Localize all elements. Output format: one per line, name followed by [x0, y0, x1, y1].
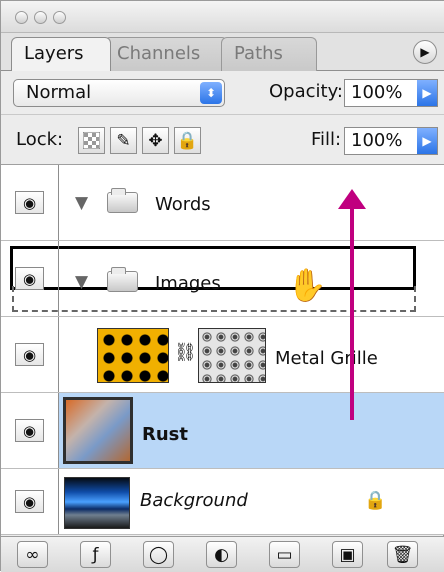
visibility-cell: ◉: [1, 393, 59, 468]
chain-link-icon: ⛓: [174, 342, 197, 363]
folder-icon: [107, 188, 138, 213]
visibility-cell: ◉: [1, 469, 59, 534]
brush-icon[interactable]: ✎: [110, 127, 137, 154]
layer-name-words: Words: [155, 194, 211, 215]
fill-field[interactable]: 100% ▶: [344, 127, 438, 155]
lock-icon: 🔒: [364, 490, 387, 511]
fill-value: 100%: [351, 130, 403, 151]
hand-icon: ✋: [287, 266, 327, 304]
layer-row-rust[interactable]: ◉ Rust: [1, 393, 444, 469]
rust-thumbnail: [63, 397, 133, 464]
minimize-window-button[interactable]: [34, 11, 47, 24]
lock-label: Lock:: [16, 129, 64, 150]
visibility-cell: ◉: [1, 317, 59, 392]
folder-icon[interactable]: ▭: [269, 541, 300, 568]
eye-icon[interactable]: ◉: [15, 191, 44, 214]
layers-list: ◉ ▼ Words ◉ ▼ Images ✋ ◉ ⛓ Metal Grille …: [1, 165, 444, 535]
expand-triangle-icon[interactable]: ▼: [75, 272, 88, 292]
tab-channels-label: Channels: [117, 43, 201, 64]
zoom-window-button[interactable]: [53, 11, 66, 24]
checkerboard-icon[interactable]: [78, 127, 105, 154]
layer-name-images: Images: [155, 273, 221, 294]
adjustment-icon[interactable]: ◐: [206, 541, 237, 568]
fill-label: Fill:: [311, 129, 342, 150]
move-icon[interactable]: ✥: [142, 127, 169, 154]
fill-arrow-icon[interactable]: ▶: [417, 128, 437, 154]
layer-mask-thumbnail[interactable]: [198, 328, 266, 383]
visibility-cell: ◉: [1, 241, 59, 316]
layer-row-metal-grille[interactable]: ◉ ⛓ Metal Grille: [1, 317, 444, 393]
trash-icon[interactable]: 🗑: [387, 541, 418, 568]
opacity-arrow-icon[interactable]: ▶: [417, 80, 437, 106]
layers-panel: Layers Channels Paths ▶ Normal ⬍ Opacity…: [0, 0, 444, 572]
tab-channels[interactable]: Channels: [104, 37, 228, 71]
blend-row: Normal ⬍ Opacity: 100% ▶: [1, 71, 444, 115]
lock-icon[interactable]: 🔒: [174, 127, 201, 154]
layer-row-images[interactable]: ◉ ▼ Images ✋: [1, 241, 444, 317]
link-icon[interactable]: ∞: [17, 541, 48, 568]
lock-row: Lock: ✎ ✥ 🔒 Fill: 100% ▶: [1, 115, 444, 165]
expand-triangle-icon[interactable]: ▼: [75, 193, 88, 213]
layer-name-background: Background: [140, 490, 248, 511]
opacity-label: Opacity:: [269, 81, 343, 102]
tab-layers[interactable]: Layers: [11, 37, 111, 71]
tab-paths-label: Paths: [234, 43, 283, 64]
eye-icon[interactable]: ◉: [15, 490, 44, 513]
eye-icon[interactable]: ◉: [15, 343, 44, 366]
style-icon[interactable]: ƒ: [80, 541, 111, 568]
blend-mode-select[interactable]: Normal ⬍: [13, 79, 225, 107]
select-arrow-icon: ⬍: [200, 82, 222, 104]
mask-icon[interactable]: ◯: [143, 541, 174, 568]
opacity-field[interactable]: 100% ▶: [344, 79, 438, 107]
layer-row-words[interactable]: ◉ ▼ Words: [1, 165, 444, 241]
blend-mode-value: Normal: [26, 82, 92, 103]
layer-row-background[interactable]: ◉ Background 🔒: [1, 469, 444, 535]
opacity-value: 100%: [351, 82, 403, 103]
layer-name-rust: Rust: [142, 424, 188, 445]
eye-icon[interactable]: ◉: [15, 419, 44, 442]
panel-menu-icon[interactable]: ▶: [413, 40, 437, 64]
new-layer-icon[interactable]: ▣: [332, 541, 363, 568]
panel-tabs: Layers Channels Paths ▶: [1, 33, 444, 71]
tab-paths[interactable]: Paths: [221, 37, 317, 71]
close-window-button[interactable]: [15, 11, 28, 24]
folder-icon: [107, 267, 138, 292]
layer-name-metal-grille: Metal Grille: [275, 348, 378, 369]
metal-grille-thumbnail: [97, 328, 169, 383]
panel-footer: ∞ ƒ ◯ ◐ ▭ ▣ 🗑: [1, 536, 444, 572]
background-thumbnail: [64, 477, 130, 529]
tab-layers-label: Layers: [24, 43, 84, 64]
visibility-cell: ◉: [1, 165, 59, 240]
eye-icon[interactable]: ◉: [15, 267, 44, 290]
window-titlebar: [1, 1, 444, 33]
